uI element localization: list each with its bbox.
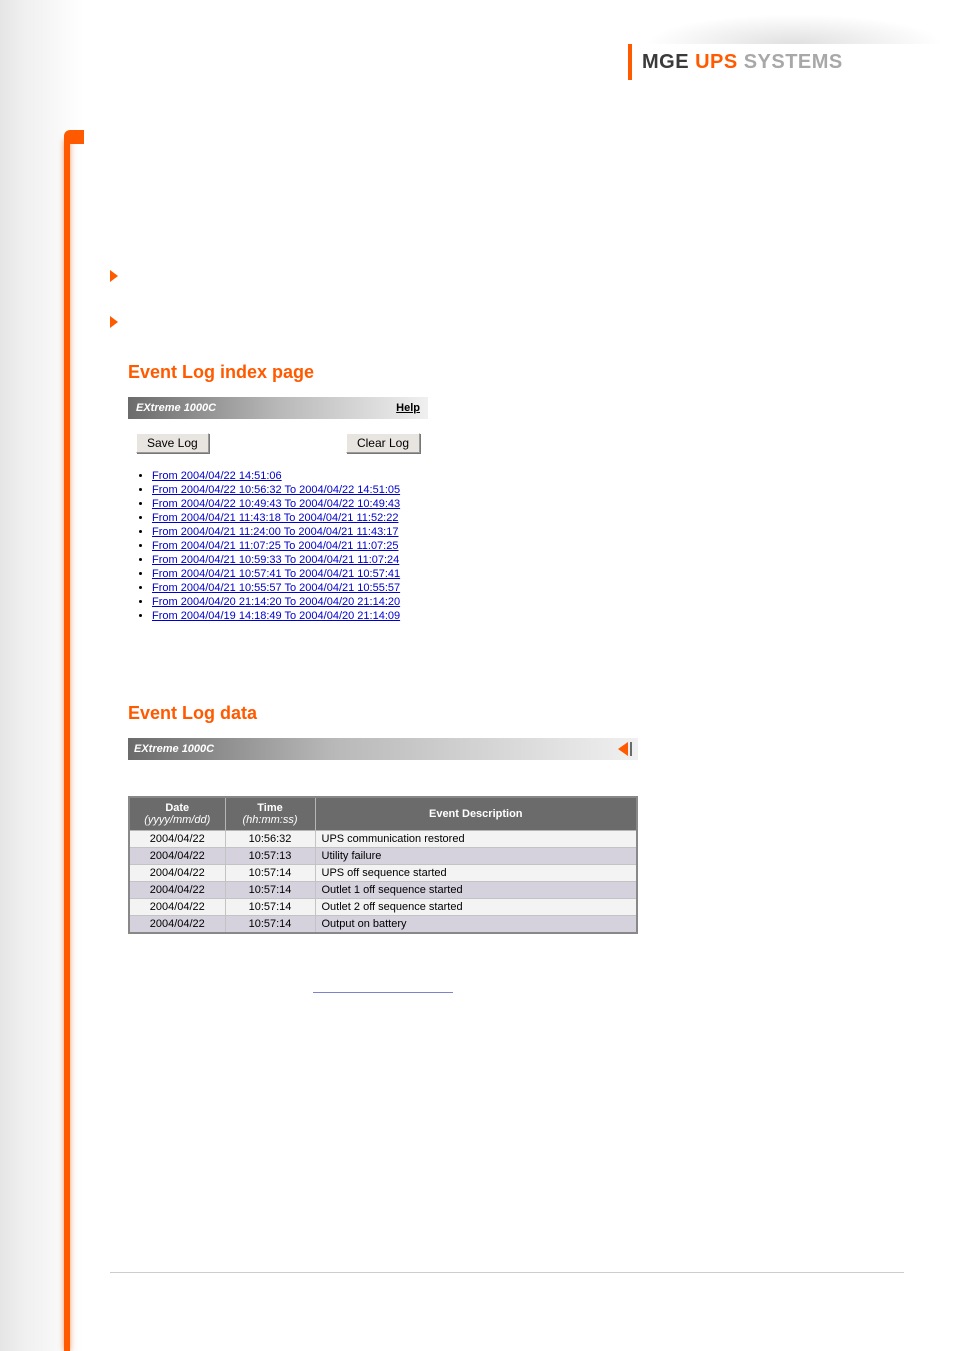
- log-link[interactable]: From 2004/04/21 11:07:25 To 2004/04/21 1…: [152, 540, 398, 552]
- log-link-list: From 2004/04/22 14:51:06 From 2004/04/22 …: [134, 469, 428, 623]
- section-title-data: Event Log data: [128, 703, 880, 724]
- log-link[interactable]: From 2004/04/22 14:51:06: [152, 470, 282, 482]
- orange-stripe: [64, 140, 70, 1351]
- brand-bar: MGE UPS SYSTEMS: [628, 44, 904, 80]
- cell-date: 2004/04/22: [129, 916, 225, 934]
- left-shadow: [0, 0, 84, 1351]
- event-log-index-panel: EXtreme 1000C Help Save Log Clear Log Fr…: [128, 397, 428, 623]
- arrow-right-icon: [110, 316, 118, 328]
- cell-desc: Utility failure: [315, 848, 637, 865]
- log-link[interactable]: From 2004/04/21 11:43:18 To 2004/04/21 1…: [152, 512, 398, 524]
- log-link-item: From 2004/04/19 14:18:49 To 2004/04/20 2…: [152, 609, 428, 623]
- log-link-item: From 2004/04/21 11:24:00 To 2004/04/21 1…: [152, 525, 428, 539]
- bullet-row-2: [110, 316, 880, 328]
- log-link[interactable]: From 2004/04/21 10:59:33 To 2004/04/21 1…: [152, 554, 399, 566]
- cell-date: 2004/04/22: [129, 882, 225, 899]
- table-row: 2004/04/2210:57:14Outlet 2 off sequence …: [129, 899, 637, 916]
- cell-desc: Outlet 2 off sequence started: [315, 899, 637, 916]
- log-link[interactable]: From 2004/04/20 21:14:20 To 2004/04/20 2…: [152, 596, 400, 608]
- brand-ups: UPS: [689, 51, 744, 74]
- cell-time: 10:57:14: [225, 882, 315, 899]
- footer-divider: [110, 1272, 904, 1273]
- col-date: Date (yyyy/mm/dd): [129, 797, 225, 831]
- log-link[interactable]: From 2004/04/22 10:49:43 To 2004/04/22 1…: [152, 498, 400, 510]
- log-link[interactable]: From 2004/04/22 10:56:32 To 2004/04/22 1…: [152, 484, 400, 496]
- cell-date: 2004/04/22: [129, 831, 225, 848]
- log-link[interactable]: From 2004/04/21 10:57:41 To 2004/04/21 1…: [152, 568, 400, 580]
- cell-desc: UPS off sequence started: [315, 865, 637, 882]
- log-link-item: From 2004/04/22 10:49:43 To 2004/04/22 1…: [152, 497, 428, 511]
- cell-time: 10:57:14: [225, 916, 315, 934]
- section-title-index: Event Log index page: [128, 362, 880, 383]
- log-link[interactable]: From 2004/04/21 11:24:00 To 2004/04/21 1…: [152, 526, 398, 538]
- cell-date: 2004/04/22: [129, 865, 225, 882]
- log-link-item: From 2004/04/22 10:56:32 To 2004/04/22 1…: [152, 483, 428, 497]
- brand-systems: SYSTEMS: [744, 51, 843, 74]
- log-link-item: From 2004/04/21 11:43:18 To 2004/04/21 1…: [152, 511, 428, 525]
- cell-time: 10:57:14: [225, 899, 315, 916]
- footer-link-placeholder: [128, 980, 638, 998]
- log-link[interactable]: From 2004/04/21 10:55:57 To 2004/04/21 1…: [152, 582, 400, 594]
- log-link-item: From 2004/04/21 10:59:33 To 2004/04/21 1…: [152, 553, 428, 567]
- cell-time: 10:57:13: [225, 848, 315, 865]
- log-link-item: From 2004/04/21 10:57:41 To 2004/04/21 1…: [152, 567, 428, 581]
- event-table: Date (yyyy/mm/dd) Time (hh:mm:ss) Event …: [128, 796, 638, 934]
- cell-date: 2004/04/22: [129, 899, 225, 916]
- save-log-button[interactable]: Save Log: [136, 433, 209, 453]
- cell-desc: Output on battery: [315, 916, 637, 934]
- panel-titlebar: EXtreme 1000C Help: [128, 397, 428, 419]
- table-row: 2004/04/2210:57:14Outlet 1 off sequence …: [129, 882, 637, 899]
- cell-desc: Outlet 1 off sequence started: [315, 882, 637, 899]
- table-row: 2004/04/2210:57:13Utility failure: [129, 848, 637, 865]
- device-name: EXtreme 1000C: [136, 402, 216, 414]
- help-link[interactable]: Help: [396, 402, 420, 414]
- cell-time: 10:56:32: [225, 831, 315, 848]
- log-link-item: From 2004/04/21 11:07:25 To 2004/04/21 1…: [152, 539, 428, 553]
- back-button[interactable]: [618, 742, 632, 756]
- log-link-item: From 2004/04/21 10:55:57 To 2004/04/21 1…: [152, 581, 428, 595]
- col-desc: Event Description: [315, 797, 637, 831]
- col-time: Time (hh:mm:ss): [225, 797, 315, 831]
- panel-titlebar: EXtreme 1000C: [128, 738, 638, 760]
- arrow-right-icon: [110, 270, 118, 282]
- device-name: EXtreme 1000C: [134, 743, 214, 755]
- clear-log-button[interactable]: Clear Log: [346, 433, 420, 453]
- cell-date: 2004/04/22: [129, 848, 225, 865]
- event-log-data-panel: EXtreme 1000C Date (yyyy/mm/dd) Time (hh…: [128, 738, 638, 998]
- table-row: 2004/04/2210:57:14UPS off sequence start…: [129, 865, 637, 882]
- cell-time: 10:57:14: [225, 865, 315, 882]
- log-link[interactable]: From 2004/04/19 14:18:49 To 2004/04/20 2…: [152, 610, 400, 622]
- cell-desc: UPS communication restored: [315, 831, 637, 848]
- log-link-item: From 2004/04/20 21:14:20 To 2004/04/20 2…: [152, 595, 428, 609]
- table-row: 2004/04/2210:56:32UPS communication rest…: [129, 831, 637, 848]
- bullet-row-1: [110, 270, 880, 282]
- brand-mge: MGE: [642, 51, 689, 74]
- log-link-item: From 2004/04/22 14:51:06: [152, 469, 428, 483]
- table-row: 2004/04/2210:57:14Output on battery: [129, 916, 637, 934]
